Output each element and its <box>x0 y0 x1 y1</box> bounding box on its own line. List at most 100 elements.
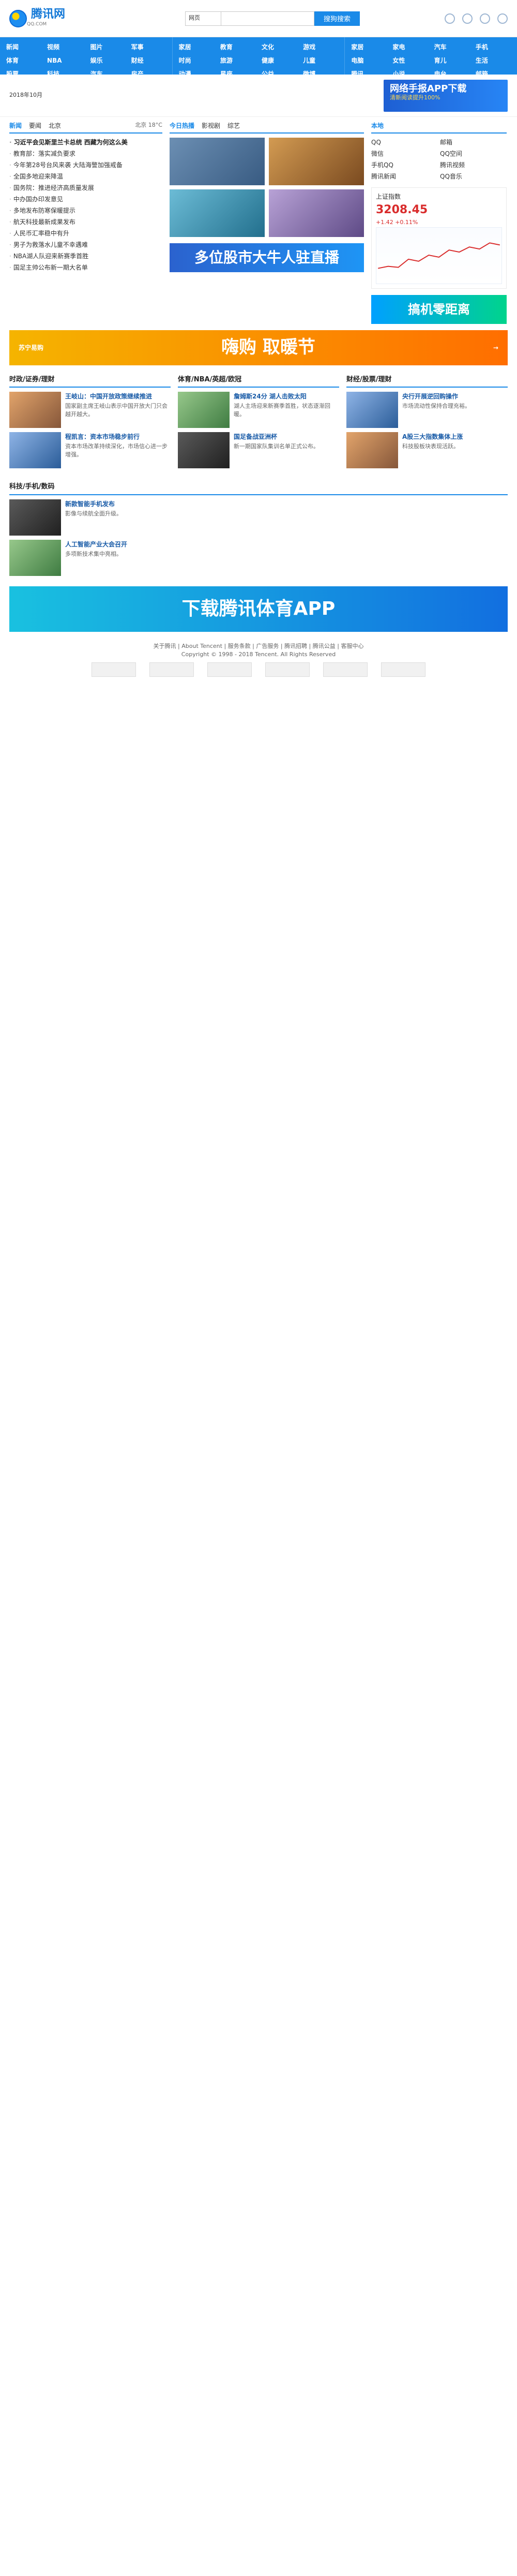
search-select[interactable]: 网页 <box>185 11 221 26</box>
nav-item[interactable]: 房产 <box>131 69 166 79</box>
ad-banner-right[interactable]: 搞机零距离 <box>371 294 507 324</box>
service-link[interactable]: QQ <box>371 138 438 147</box>
settings-icon[interactable] <box>497 13 508 24</box>
news-item[interactable]: 男子为救落水儿童不幸遇难 <box>9 239 162 250</box>
nav-item[interactable]: 时尚 <box>179 56 214 65</box>
article-card[interactable]: 人工智能产业大会召开 多项新技术集中亮相。 <box>9 539 508 576</box>
nav-item[interactable]: 文化 <box>262 42 297 52</box>
nav-item[interactable]: 公益 <box>262 69 297 79</box>
article-title[interactable]: 程凯言：资本市场稳步前行 <box>65 432 171 441</box>
nav-item[interactable]: 娱乐 <box>90 56 125 65</box>
article-title[interactable]: 詹姆斯24分 湖人击败太阳 <box>234 392 339 401</box>
nav-item[interactable]: 女性 <box>393 56 428 65</box>
nav-item[interactable]: 教育 <box>220 42 255 52</box>
service-link[interactable]: 腾讯新闻 <box>371 172 438 181</box>
service-link[interactable]: 腾讯视频 <box>440 160 507 170</box>
footer-logo[interactable] <box>207 662 252 677</box>
article-card[interactable]: 詹姆斯24分 湖人击败太阳 湖人主场迎来新赛季首胜，状态逐渐回暖。 <box>178 392 339 428</box>
article-card[interactable]: 国足备战亚洲杯 新一期国家队集训名单正式公布。 <box>178 432 339 468</box>
article-card[interactable]: 王岐山：中国开放政策继续推进 国家副主席王岐山表示中国开放大门只会越开越大。 <box>9 392 171 428</box>
nav-item[interactable]: 腾讯 <box>351 69 386 79</box>
footer-logo[interactable] <box>149 662 194 677</box>
article-title[interactable]: 国足备战亚洲杯 <box>234 432 319 441</box>
nav-item[interactable]: 科技 <box>47 69 84 79</box>
nav-item[interactable]: 电脑 <box>351 56 386 65</box>
nav-item[interactable]: 游戏 <box>303 42 338 52</box>
news-item[interactable]: 人民币汇率稳中有升 <box>9 228 162 239</box>
nav-item[interactable]: 图片 <box>90 42 125 52</box>
article-title[interactable]: 新款智能手机发布 <box>65 499 122 509</box>
tab-local[interactable]: 北京 <box>49 121 61 130</box>
footer-logo[interactable] <box>381 662 425 677</box>
nav-item[interactable]: 股票 <box>6 69 41 79</box>
nav-item[interactable]: 育儿 <box>434 56 469 65</box>
tab-hot[interactable]: 今日热播 <box>170 121 194 130</box>
nav-item[interactable]: 汽车 <box>434 42 469 52</box>
article-card[interactable]: A股三大指数集体上涨 科技股板块表现活跃。 <box>346 432 508 468</box>
nav-item[interactable]: 家居 <box>351 42 386 52</box>
nav-item[interactable]: 新闻 <box>6 42 41 52</box>
nav-item[interactable]: 手机 <box>476 42 511 52</box>
nav-item[interactable]: 星座 <box>220 69 255 79</box>
article-title[interactable]: 央行开展逆回购操作 <box>402 392 470 401</box>
nav-item[interactable]: 军事 <box>131 42 166 52</box>
video-thumb[interactable] <box>269 138 364 185</box>
news-item[interactable]: 中办国办印发意见 <box>9 194 162 205</box>
nav-item[interactable]: 汽车 <box>90 69 125 79</box>
nav-item[interactable]: 邮箱 <box>476 69 511 79</box>
article-card[interactable]: 新款智能手机发布 影像与续航全面升级。 <box>9 499 508 536</box>
news-item[interactable]: 航天科技最新成果发布 <box>9 216 162 228</box>
nav-item[interactable]: 旅游 <box>220 56 255 65</box>
news-item[interactable]: 国务院：推进经济高质量发展 <box>9 182 162 194</box>
nav-item[interactable]: 家居 <box>179 42 214 52</box>
nav-item[interactable]: 视频 <box>47 42 84 52</box>
tab-drama[interactable]: 影视剧 <box>202 121 220 130</box>
shopping-banner[interactable]: 苏宁易购 嗨购 取暖节 → <box>9 330 508 365</box>
logo[interactable]: 腾讯网 QQ.COM <box>9 8 92 28</box>
service-link[interactable]: QQ音乐 <box>440 172 507 181</box>
nav-item[interactable]: 生活 <box>476 56 511 65</box>
service-link[interactable]: QQ空间 <box>440 149 507 158</box>
footer-logo[interactable] <box>92 662 136 677</box>
nav-item[interactable]: 体育 <box>6 56 41 65</box>
news-item[interactable]: 教育部：落实减负要求 <box>9 148 162 159</box>
nav-item[interactable]: 小说 <box>393 69 428 79</box>
message-icon[interactable] <box>462 13 473 24</box>
footer-links[interactable]: 关于腾讯 | About Tencent | 服务条款 | 广告服务 | 腾讯招… <box>9 642 508 651</box>
tab-variety[interactable]: 综艺 <box>227 121 240 130</box>
article-title[interactable]: 王岐山：中国开放政策继续推进 <box>65 392 171 401</box>
tab-headlines[interactable]: 要闻 <box>29 121 41 130</box>
news-item[interactable]: 习近平会见斯里兰卡总统 西藏为何这么美 <box>9 137 162 148</box>
nav-item[interactable]: 电台 <box>434 69 469 79</box>
news-item[interactable]: NBA湖人队迎来新赛季首胜 <box>9 250 162 262</box>
nav-item[interactable]: 财经 <box>131 56 166 65</box>
footer-logo[interactable] <box>265 662 310 677</box>
nav-item[interactable]: 微博 <box>303 69 338 79</box>
service-link[interactable]: 邮箱 <box>440 138 507 147</box>
ad-banner-mid[interactable]: 多位股市大牛人驻直播 <box>170 243 364 272</box>
news-item[interactable]: 全国多地迎来降温 <box>9 171 162 182</box>
article-title[interactable]: A股三大指数集体上涨 <box>402 432 463 441</box>
nav-item[interactable]: 儿童 <box>303 56 338 65</box>
mail-icon[interactable] <box>480 13 490 24</box>
search-button[interactable]: 搜狗搜索 <box>314 11 360 26</box>
article-card[interactable]: 程凯言：资本市场稳步前行 资本市场改革持续深化，市场信心进一步增强。 <box>9 432 171 468</box>
app-download-banner[interactable]: 网络手报APP下载 清新阅读提升100% <box>384 79 508 112</box>
nav-item[interactable]: 家电 <box>393 42 428 52</box>
news-item[interactable]: 国足主帅公布新一期大名单 <box>9 262 162 273</box>
video-thumb[interactable] <box>170 138 265 185</box>
service-link[interactable]: 微信 <box>371 149 438 158</box>
article-title[interactable]: 人工智能产业大会召开 <box>65 540 127 549</box>
nav-item[interactable]: NBA <box>47 56 84 65</box>
news-item[interactable]: 多地发布防寒保暖提示 <box>9 205 162 216</box>
service-link[interactable]: 手机QQ <box>371 160 438 170</box>
news-item[interactable]: 今年第28号台风来袭 大陆海警加强戒备 <box>9 159 162 171</box>
video-thumb[interactable] <box>170 189 265 237</box>
footer-logo[interactable] <box>323 662 368 677</box>
tab-news[interactable]: 新闻 <box>9 121 22 130</box>
nav-item[interactable]: 动漫 <box>179 69 214 79</box>
article-card[interactable]: 央行开展逆回购操作 市场流动性保持合理充裕。 <box>346 392 508 428</box>
user-icon[interactable] <box>445 13 455 24</box>
search-input[interactable] <box>221 11 314 26</box>
video-thumb[interactable] <box>269 189 364 237</box>
